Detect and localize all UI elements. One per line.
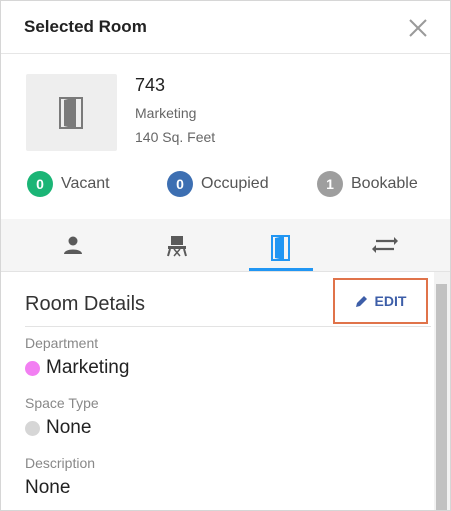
scrollbar-thumb[interactable] xyxy=(436,284,447,510)
bookable-label: Bookable xyxy=(351,175,418,192)
description-label: Description xyxy=(25,455,96,471)
panel-title: Selected Room xyxy=(24,17,147,36)
door-icon xyxy=(59,97,83,129)
stat-bookable: 1 Bookable xyxy=(317,171,418,197)
edit-button-label: EDIT xyxy=(374,293,407,309)
section-divider xyxy=(25,326,431,327)
bookable-count-badge: 1 xyxy=(317,171,343,197)
room-thumbnail xyxy=(26,74,117,151)
close-button[interactable] xyxy=(406,16,430,40)
room-details-section: Room Details EDIT Department Marketing S… xyxy=(1,272,434,510)
tab-furniture[interactable] xyxy=(145,219,209,271)
person-icon xyxy=(64,236,82,254)
stat-vacant: 0 Vacant xyxy=(27,171,110,197)
occupied-label: Occupied xyxy=(201,175,269,192)
tab-room-details[interactable] xyxy=(249,219,313,271)
section-title: Room Details xyxy=(25,293,146,315)
department-value: Marketing xyxy=(25,357,129,379)
pencil-icon xyxy=(355,296,367,307)
room-tabs xyxy=(1,219,450,272)
edit-button[interactable]: EDIT xyxy=(333,278,428,324)
door-icon xyxy=(271,235,290,261)
panel-header: Selected Room xyxy=(1,1,450,54)
room-department: Marketing xyxy=(135,105,197,121)
occupied-count-badge: 0 xyxy=(167,171,193,197)
department-label: Department xyxy=(25,335,99,351)
close-icon xyxy=(409,19,427,37)
space-type-value: None xyxy=(25,417,91,439)
space-type-value-text: None xyxy=(46,417,92,438)
stat-occupied: 0 Occupied xyxy=(167,171,269,197)
vacant-count-badge: 0 xyxy=(27,171,53,197)
chair-icon xyxy=(167,236,187,257)
department-value-text: Marketing xyxy=(46,357,130,378)
swap-arrows-icon xyxy=(372,237,398,253)
space-type-color-dot xyxy=(25,420,40,436)
vacant-label: Vacant xyxy=(61,175,110,192)
selected-room-panel: Selected Room 743 Marketing 140 Sq. Feet… xyxy=(0,0,451,511)
room-size: 140 Sq. Feet xyxy=(135,129,216,145)
room-number: 743 xyxy=(135,75,166,95)
tab-occupants[interactable] xyxy=(41,219,105,271)
space-type-label: Space Type xyxy=(25,395,99,411)
active-tab-indicator xyxy=(249,268,313,271)
tab-moves[interactable] xyxy=(353,219,417,271)
department-color-dot xyxy=(25,360,40,376)
description-value: None xyxy=(25,477,71,498)
